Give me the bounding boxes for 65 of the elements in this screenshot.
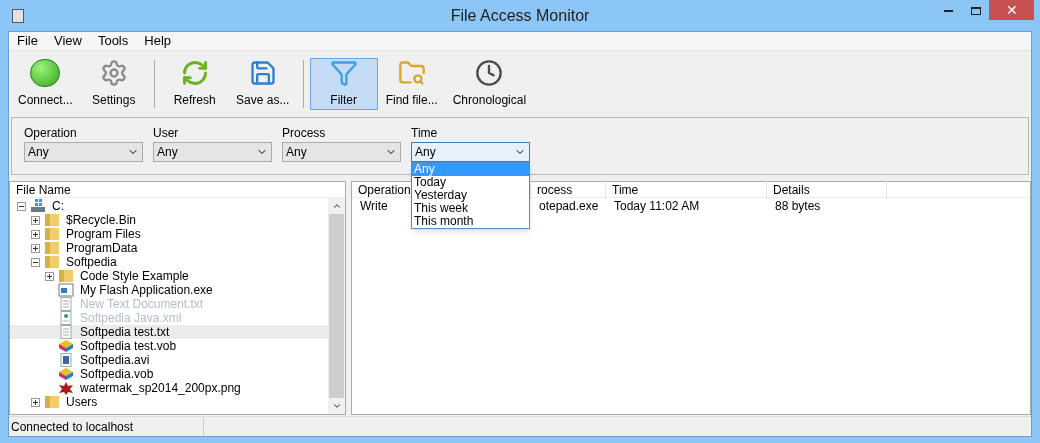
folder-icon — [58, 269, 74, 283]
expand-icon[interactable] — [30, 229, 40, 239]
expand-icon[interactable] — [30, 215, 40, 225]
folder-icon — [44, 255, 60, 269]
filter-label: Process — [282, 125, 327, 142]
toolbar-button[interactable]: Connect... — [11, 58, 80, 110]
tree-item[interactable]: $Recycle.Bin — [66, 211, 137, 229]
scrollbar[interactable] — [328, 198, 345, 414]
text-document-icon — [58, 325, 74, 339]
folder-icon — [44, 227, 60, 241]
menu-item[interactable]: View — [51, 31, 84, 51]
scroll-down-icon[interactable] — [331, 401, 342, 411]
folder-icon — [44, 213, 60, 227]
column-header[interactable]: File Name — [10, 180, 71, 199]
tree-item[interactable]: Code Style Example — [80, 267, 189, 285]
table-cell: otepad.exe — [539, 198, 599, 213]
column-header[interactable]: Details — [773, 182, 810, 197]
xml-document-icon — [58, 311, 74, 325]
folder-icon — [44, 395, 60, 409]
text-document-icon — [58, 297, 74, 311]
expand-icon[interactable] — [44, 271, 54, 281]
connection-status-icon — [30, 59, 61, 87]
column-header[interactable]: rocess — [537, 182, 573, 197]
film-icon — [58, 353, 74, 367]
image-file-icon — [58, 381, 74, 395]
column-header[interactable]: Time — [612, 182, 639, 197]
filter-label: Time — [411, 125, 439, 142]
expand-icon[interactable] — [30, 397, 40, 407]
collapse-icon[interactable] — [16, 201, 26, 211]
table-cell: 88 bytes — [775, 198, 821, 213]
app-icon — [12, 8, 24, 23]
filter-dropdown[interactable]: Any — [153, 142, 272, 162]
toolbar-button[interactable]: Filter — [309, 58, 378, 110]
filter-dropdown[interactable]: Any — [282, 142, 401, 162]
filter-label: Operation — [24, 125, 78, 142]
toolbar-button[interactable]: Find file... — [377, 58, 446, 110]
status-text: Connected to localhost — [9, 417, 205, 436]
table-cell: Write — [360, 198, 388, 213]
scroll-up-icon[interactable] — [331, 201, 342, 211]
toolbar-button[interactable]: Save as... — [228, 58, 297, 110]
dropdown-option[interactable]: This week — [412, 202, 529, 215]
application-window-icon — [58, 283, 74, 297]
menu-item[interactable]: Help — [142, 31, 173, 51]
dropdown-option[interactable]: Today — [412, 176, 529, 189]
colorful-cube-icon — [58, 367, 74, 381]
tree-item[interactable]: C: — [52, 198, 64, 215]
dropdown-option[interactable]: This month — [412, 215, 529, 228]
folder-icon — [44, 241, 60, 255]
column-header[interactable]: Operation — [358, 182, 411, 197]
expand-icon[interactable] — [30, 243, 40, 253]
menu-item[interactable]: File — [15, 31, 40, 51]
window-title: File Access Monitor — [450, 5, 590, 26]
toolbar-button[interactable]: Chronological — [445, 58, 534, 110]
menu-item[interactable]: Tools — [95, 31, 131, 51]
filter-label: User — [153, 125, 180, 142]
table-cell: Today 11:02 AM — [614, 198, 700, 213]
collapse-icon[interactable] — [30, 257, 40, 267]
filter-dropdown[interactable]: Any — [24, 142, 143, 162]
toolbar-button[interactable]: Refresh — [160, 58, 229, 110]
filter-dropdown[interactable]: Any — [411, 142, 530, 162]
drive-icon — [30, 199, 46, 213]
colorful-cube-icon — [58, 339, 74, 353]
close-button[interactable]: ✕ — [989, 0, 1034, 20]
toolbar-button[interactable]: Settings — [79, 58, 148, 110]
dropdown-option[interactable]: Yesterday — [412, 189, 529, 202]
